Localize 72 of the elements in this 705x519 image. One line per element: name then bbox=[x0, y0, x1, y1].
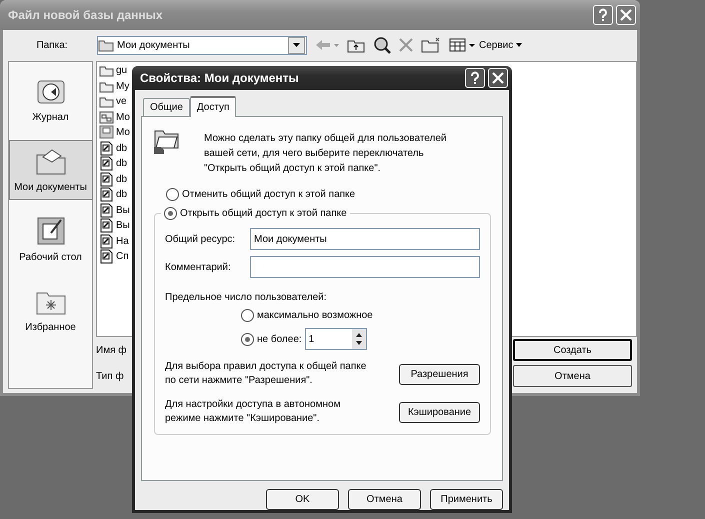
file-name-label: Имя ф bbox=[96, 344, 128, 356]
tab[interactable]: Доступ bbox=[190, 96, 236, 117]
database-file-icon bbox=[99, 187, 114, 202]
database-file-icon bbox=[99, 218, 114, 234]
permissions-button[interactable]: Разрешения bbox=[399, 364, 480, 384]
file-name[interactable]: Вы bbox=[116, 204, 130, 216]
caret-icon bbox=[293, 43, 300, 48]
document-icon bbox=[99, 125, 114, 140]
file-name[interactable]: db bbox=[116, 158, 128, 170]
tools-menu[interactable]: Сервис bbox=[479, 40, 522, 51]
comment-label: Комментарий: bbox=[165, 262, 232, 272]
file-name[interactable]: db bbox=[116, 142, 128, 154]
tab[interactable]: Общие bbox=[143, 98, 190, 116]
comment-field[interactable] bbox=[250, 256, 480, 278]
caret-icon bbox=[516, 43, 522, 48]
places-item[interactable]: Рабочий стол bbox=[8, 210, 92, 270]
radio-option[interactable]: Отменить общий доступ к этой папке bbox=[166, 188, 490, 201]
places-item[interactable]: Избранное bbox=[8, 280, 92, 340]
file-name[interactable]: db bbox=[116, 189, 128, 200]
caching-text: Для настройки доступа в автономном режиме нажмите "Кэширование". bbox=[165, 398, 340, 426]
file-name[interactable]: Сп bbox=[116, 251, 129, 262]
database-file-icon bbox=[99, 234, 114, 249]
cancel-button[interactable]: Отмена bbox=[513, 365, 632, 387]
close-button[interactable] bbox=[488, 68, 508, 88]
radio-option[interactable]: максимально возможное bbox=[241, 309, 373, 322]
file-name[interactable]: Mo bbox=[116, 127, 130, 138]
help-icon bbox=[468, 71, 482, 85]
share-name-label: Общий ресурс: bbox=[165, 234, 236, 244]
file-name[interactable]: На bbox=[116, 236, 129, 247]
spin-arrows-icon bbox=[352, 329, 366, 349]
network-folder-icon bbox=[99, 110, 114, 125]
folder-label: Папка: bbox=[35, 40, 69, 51]
database-file-icon bbox=[99, 172, 114, 187]
apply-button[interactable]: Применить bbox=[430, 489, 503, 510]
file-type-label: Тип ф bbox=[96, 370, 125, 382]
file-name[interactable]: ve bbox=[116, 96, 127, 108]
create-button[interactable]: Создать bbox=[513, 339, 632, 361]
file-name[interactable]: db bbox=[116, 174, 128, 185]
places-item[interactable]: Мои документы bbox=[8, 140, 92, 200]
ok-button[interactable]: OK bbox=[266, 489, 339, 510]
radio-option[interactable]: не более: bbox=[241, 332, 302, 346]
window-title: Файл новой базы данных bbox=[8, 8, 164, 22]
radio-option[interactable]: Открыть общий доступ к этой папке bbox=[164, 207, 347, 220]
desktop-icon bbox=[34, 215, 66, 247]
permissions-text: Для выбора правил доступа к общей папке по сети нажмите "Разрешения". bbox=[165, 360, 366, 388]
cancel-button[interactable]: Отмена bbox=[348, 489, 421, 510]
search-icon[interactable] bbox=[373, 36, 391, 54]
close-icon bbox=[491, 71, 505, 85]
database-file-icon bbox=[99, 156, 114, 172]
folder-dropdown[interactable]: Мои документы bbox=[97, 36, 307, 55]
places-item[interactable]: Журнал bbox=[8, 70, 92, 130]
close-button[interactable] bbox=[616, 5, 636, 26]
database-file-icon bbox=[99, 140, 114, 156]
window-title: Свойства: Мои документы bbox=[140, 71, 300, 85]
file-name[interactable]: Вы bbox=[116, 220, 130, 232]
file-name[interactable]: My bbox=[116, 80, 130, 92]
file-name[interactable]: gu bbox=[116, 65, 128, 76]
share-name-field[interactable]: Мои документы bbox=[250, 228, 480, 250]
view-menu-icon[interactable] bbox=[449, 38, 475, 52]
help-icon bbox=[596, 8, 610, 22]
folder-icon bbox=[98, 38, 114, 52]
database-file-icon bbox=[99, 202, 114, 218]
user-limit-label: Предельное число пользователей: bbox=[165, 292, 328, 303]
new-folder-icon[interactable] bbox=[421, 37, 441, 54]
file-name[interactable]: Mo bbox=[116, 112, 130, 123]
number-spinner[interactable]: 1 bbox=[304, 328, 367, 350]
description-text: Можно сделать эту папку общей для пользователей вашей сети, для чего выберите переключатель "Открыть общий доступ к этой папке". bbox=[204, 132, 447, 176]
help-button[interactable] bbox=[593, 5, 613, 26]
help-button[interactable] bbox=[465, 68, 485, 88]
caching-button[interactable]: Кэширование bbox=[399, 402, 480, 422]
database-file-icon bbox=[99, 249, 114, 264]
close-icon bbox=[619, 8, 633, 22]
